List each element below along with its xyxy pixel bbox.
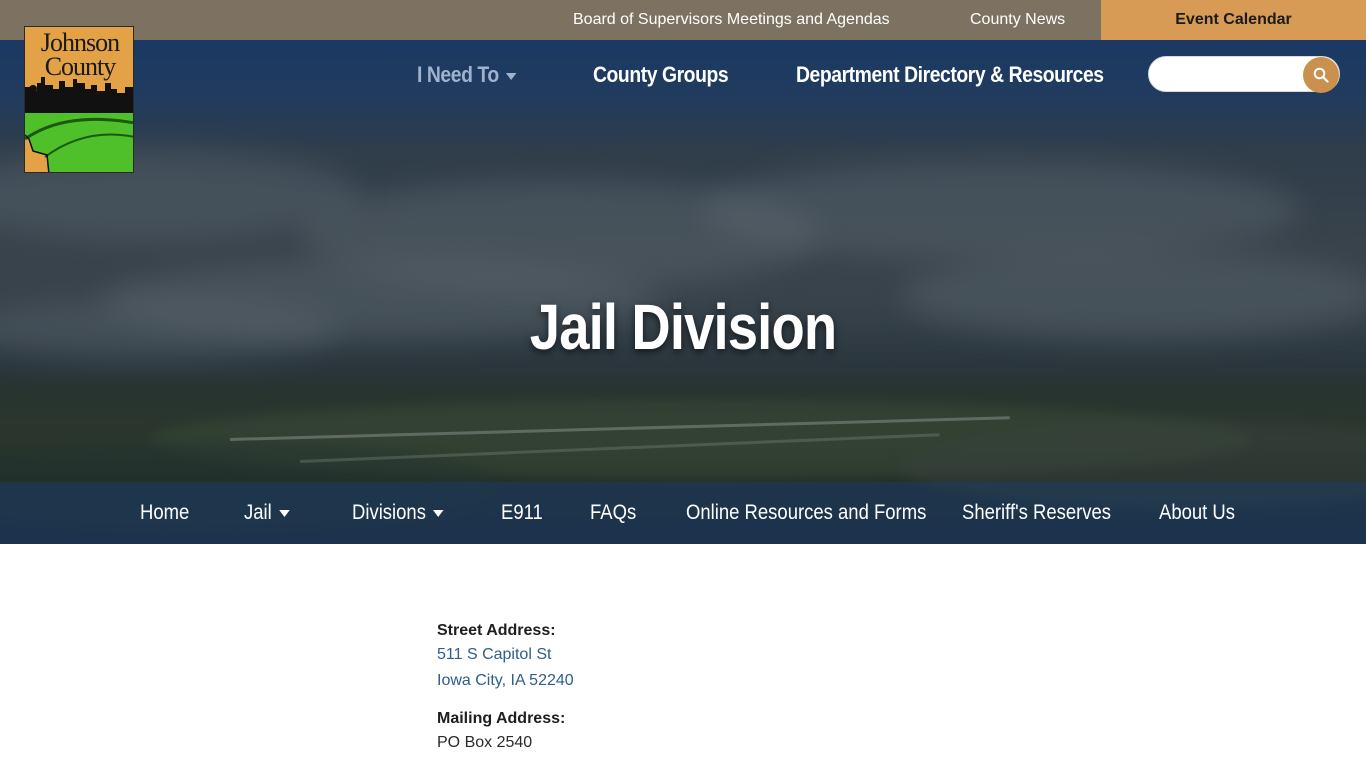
logo-skyline-icon — [25, 77, 133, 172]
subnav-home[interactable]: Home — [140, 497, 189, 529]
subnav-divisions-label: Divisions — [352, 501, 426, 524]
chevron-down-icon — [278, 509, 290, 517]
board-meetings-link[interactable]: Board of Supervisors Meetings and Agenda… — [573, 0, 890, 40]
search-icon — [1313, 67, 1329, 83]
search-button[interactable] — [1303, 57, 1339, 93]
chevron-down-icon — [432, 509, 444, 517]
subnav-jail[interactable]: Jail — [244, 497, 290, 529]
section-nav: Home Jail Divisions E911 FAQs Online Res… — [0, 482, 1366, 544]
subnav-sheriffs-reserves[interactable]: Sheriff's Reserves — [962, 497, 1111, 529]
subnav-e911[interactable]: E911 — [501, 497, 543, 529]
chevron-down-icon — [505, 72, 517, 80]
subnav-faqs[interactable]: FAQs — [590, 497, 636, 529]
page-title: Jail Division — [529, 291, 837, 363]
johnson-county-logo[interactable]: Johnson County — [24, 26, 134, 173]
subnav-about-us[interactable]: About Us — [1159, 497, 1235, 529]
department-directory-link[interactable]: Department Directory & Resources — [796, 59, 1104, 91]
event-calendar-link[interactable]: Event Calendar — [1101, 0, 1366, 40]
mailing-address-block: Mailing Address: PO Box 2540 — [437, 708, 937, 756]
hero-banner: Jail Division — [0, 40, 1366, 544]
street-address-label: Street Address: — [437, 622, 556, 639]
i-need-to-menu[interactable]: I Need To — [417, 59, 517, 91]
subnav-online-resources[interactable]: Online Resources and Forms — [686, 497, 926, 529]
street-address-line-2[interactable]: Iowa City, IA 52240 — [437, 668, 937, 694]
mailing-address-line-1: PO Box 2540 — [437, 734, 533, 751]
utility-bar: Board of Supervisors Meetings and Agenda… — [0, 0, 1366, 40]
street-address-line-1[interactable]: 511 S Capitol St — [437, 642, 937, 668]
county-groups-link[interactable]: County Groups — [593, 59, 729, 91]
subnav-divisions[interactable]: Divisions — [352, 497, 444, 529]
mailing-address-label: Mailing Address: — [437, 710, 566, 727]
subnav-jail-label: Jail — [244, 501, 272, 524]
search-box — [1148, 56, 1340, 93]
street-address-block: Street Address: 511 S Capitol St Iowa Ci… — [437, 620, 937, 694]
address-section: Street Address: 511 S Capitol St Iowa Ci… — [437, 620, 937, 768]
county-news-link[interactable]: County News — [970, 0, 1065, 40]
i-need-to-label: I Need To — [417, 62, 499, 87]
search-input[interactable] — [1159, 63, 1299, 87]
